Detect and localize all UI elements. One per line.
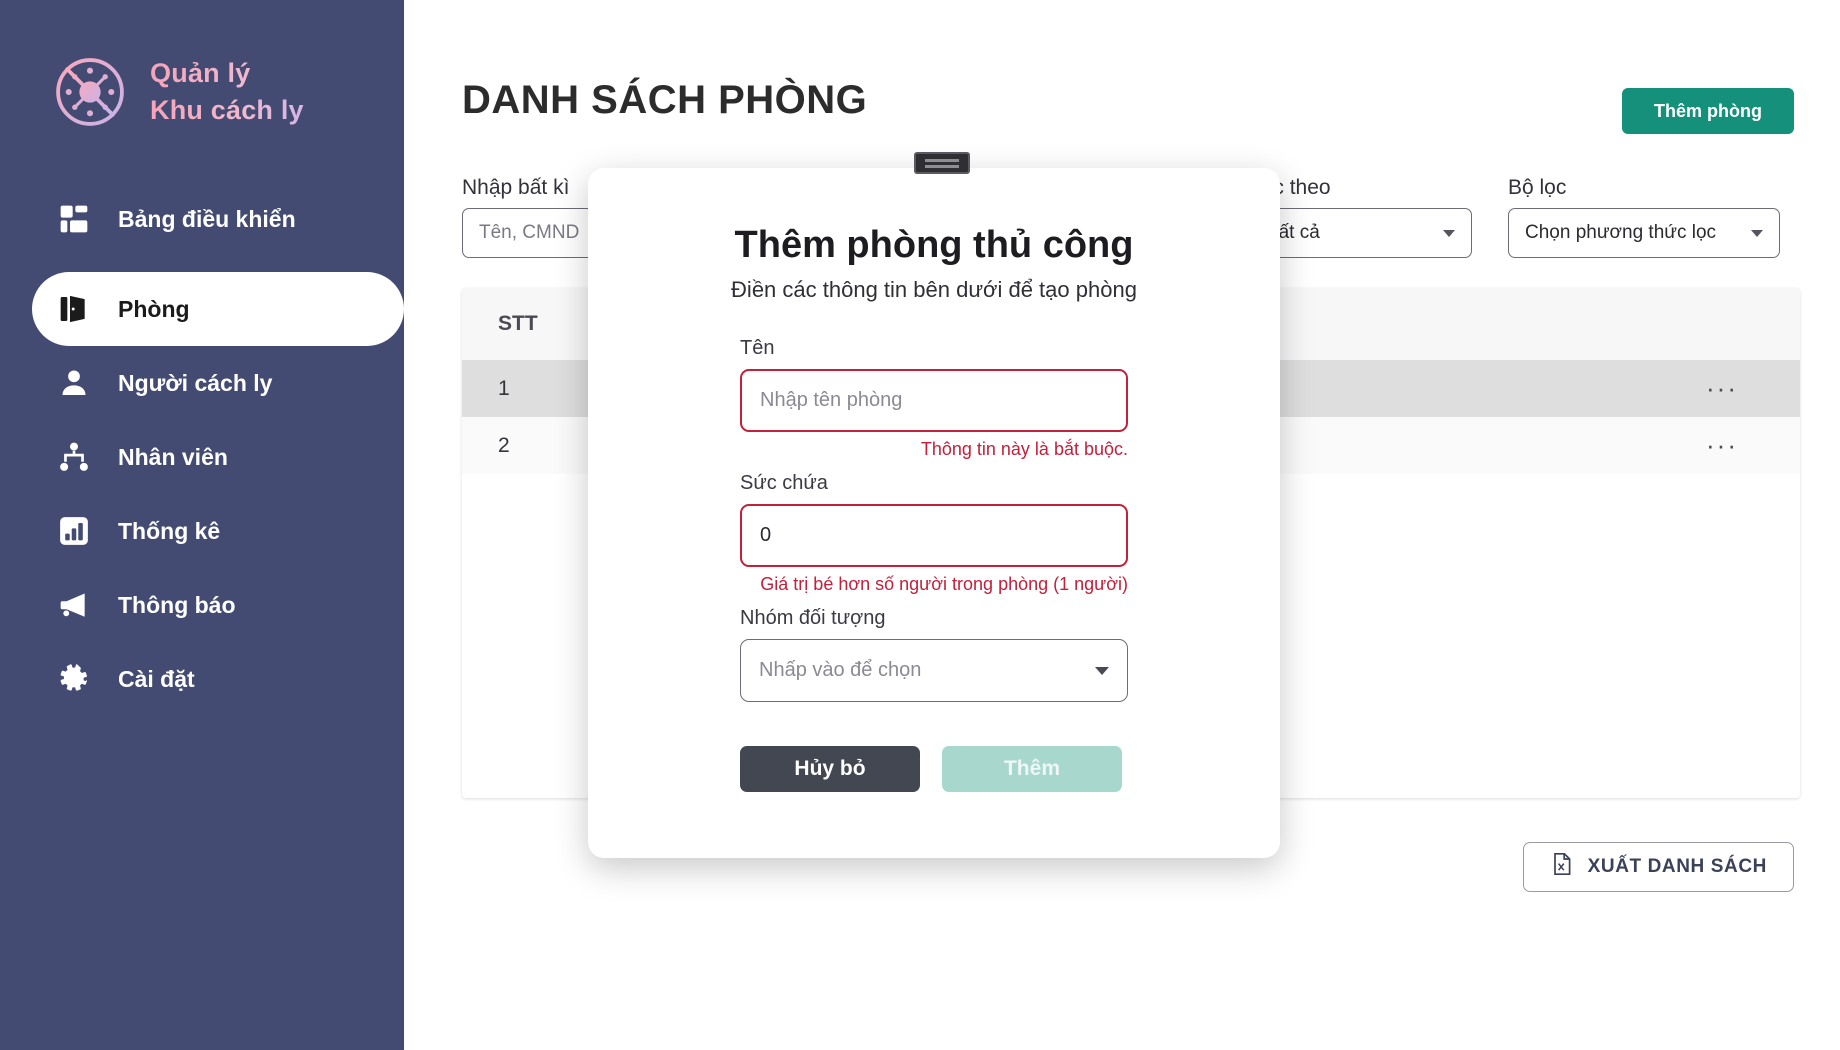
sidebar-item-label: Thông báo	[118, 591, 236, 618]
sidebar-nav: Bảng điều khiển Phòng Người cách ly Nhân…	[0, 182, 404, 716]
add-room-button[interactable]: Thêm phòng	[1622, 88, 1794, 134]
excel-file-icon	[1550, 852, 1574, 882]
add-room-modal: Thêm phòng thủ công Điền các thông tin b…	[588, 168, 1280, 858]
sidebar-item-statistics[interactable]: Thống kê	[0, 494, 404, 568]
door-icon	[56, 291, 92, 327]
filter-by-group: Lọc theo Tất cả	[1250, 176, 1472, 258]
sidebar-item-notifications[interactable]: Thông báo	[0, 568, 404, 642]
brand: Quản lý Khu cách ly	[0, 40, 404, 130]
room-name-field-group: Tên Thông tin này là bắt buộc.	[740, 337, 1128, 460]
room-name-label: Tên	[740, 337, 775, 359]
sidebar-item-label: Cài đặt	[118, 665, 195, 692]
filter-set-group: Bộ lọc Chọn phương thức lọc	[1508, 176, 1780, 258]
brand-line-2: Khu cách ly	[150, 95, 304, 125]
chevron-down-icon	[1443, 229, 1455, 237]
capacity-field-group: Sức chứa Giá trị bé hơn số người trong p…	[740, 472, 1128, 595]
capacity-label: Sức chứa	[740, 472, 828, 494]
virus-blocked-icon	[52, 54, 128, 130]
filter-set-label: Bộ lọc	[1508, 176, 1567, 199]
drag-handle-bar	[925, 158, 959, 162]
drag-handle-icon[interactable]	[914, 152, 970, 174]
modal-title: Thêm phòng thủ công	[734, 224, 1134, 266]
dashboard-grid-icon	[56, 201, 92, 237]
brand-text: Quản lý Khu cách ly	[150, 58, 304, 126]
sidebar-item-label: Người cách ly	[118, 369, 273, 396]
search-placeholder: Tên, CMND	[479, 222, 580, 243]
group-field-group: Nhóm đối tượng Nhấp vào để chọn	[740, 607, 1128, 702]
group-label: Nhóm đối tượng	[740, 607, 886, 629]
cancel-button[interactable]: Hủy bỏ	[740, 746, 920, 792]
sidebar-item-settings[interactable]: Cài đặt	[0, 642, 404, 716]
drag-handle-bar	[925, 164, 959, 168]
capacity-error: Giá trị bé hơn số người trong phòng (1 n…	[760, 574, 1128, 594]
sidebar-item-quarantined-people[interactable]: Người cách ly	[0, 346, 404, 420]
export-list-button[interactable]: XUẤT DANH SÁCH	[1522, 842, 1794, 892]
room-name-error: Thông tin này là bắt buộc.	[920, 439, 1128, 459]
gear-icon	[56, 661, 92, 697]
person-icon	[56, 365, 92, 401]
sidebar: Quản lý Khu cách ly Bảng điều khiển Phòn…	[0, 0, 404, 1050]
sidebar-item-label: Bảng điều khiển	[118, 205, 296, 232]
sidebar-item-rooms[interactable]: Phòng	[32, 272, 404, 346]
filter-by-label: Lọc theo	[1250, 176, 1331, 199]
filter-set-select[interactable]: Chọn phương thức lọc	[1508, 208, 1780, 258]
export-list-label: XUẤT DANH SÁCH	[1587, 856, 1767, 877]
page-title: DANH SÁCH PHÒNG	[462, 78, 868, 122]
megaphone-icon	[56, 587, 92, 623]
sidebar-item-label: Phòng	[118, 295, 190, 322]
group-select[interactable]: Nhấp vào để chọn	[740, 639, 1128, 702]
room-name-input[interactable]	[740, 369, 1128, 432]
brand-line-1: Quản lý	[150, 58, 304, 89]
modal-form: Tên Thông tin này là bắt buộc. Sức chứa …	[740, 337, 1128, 792]
modal-subtitle: Điền các thông tin bên dưới để tạo phòng	[731, 277, 1137, 302]
filter-set-value: Chọn phương thức lọc	[1525, 222, 1717, 243]
modal-actions: Hủy bỏ Thêm	[740, 746, 1128, 792]
page-header: DANH SÁCH PHÒNG Thêm phòng	[462, 0, 1800, 134]
filter-by-select[interactable]: Tất cả	[1250, 208, 1472, 258]
chevron-down-icon	[1751, 229, 1763, 237]
chevron-down-icon	[1095, 666, 1109, 675]
group-select-value: Nhấp vào để chọn	[759, 659, 922, 681]
sidebar-item-dashboard[interactable]: Bảng điều khiển	[0, 182, 404, 256]
sidebar-item-staff[interactable]: Nhân viên	[0, 420, 404, 494]
submit-button[interactable]: Thêm	[942, 746, 1122, 792]
sidebar-item-label: Thống kê	[118, 517, 221, 544]
app-root: Quản lý Khu cách ly Bảng điều khiển Phòn…	[0, 0, 1840, 1050]
org-tree-icon	[56, 439, 92, 475]
capacity-input[interactable]	[740, 504, 1128, 567]
bar-chart-icon	[56, 513, 92, 549]
sidebar-item-label: Nhân viên	[118, 443, 228, 470]
